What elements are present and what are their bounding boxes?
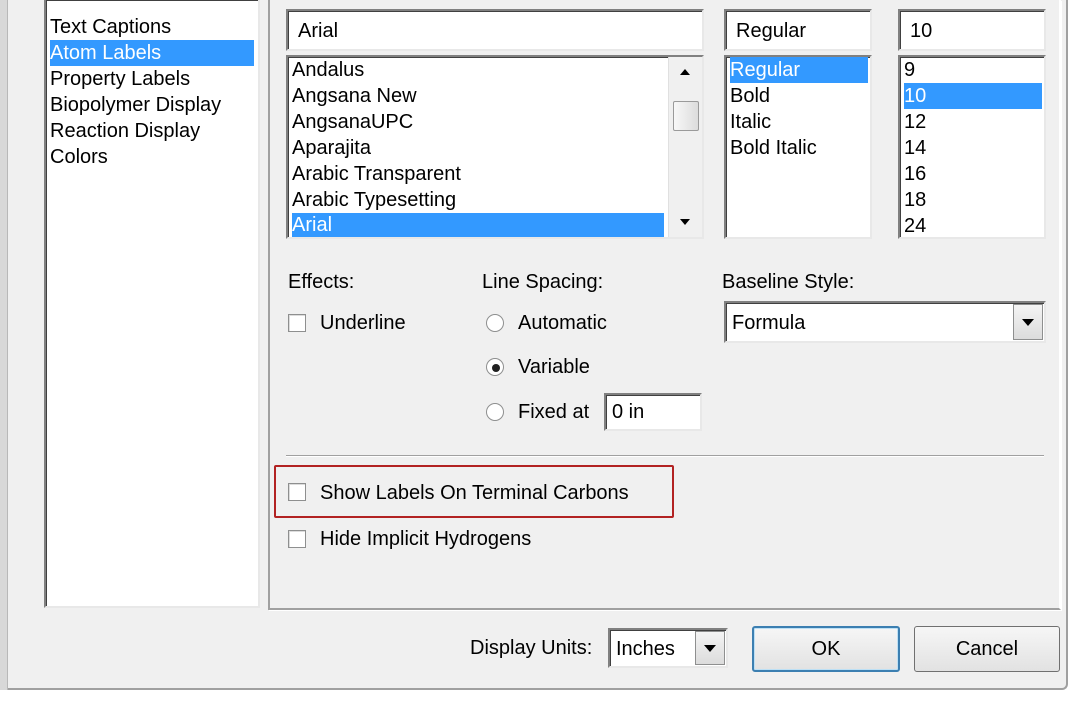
category-item-text-captions[interactable]: Text Captions xyxy=(50,14,254,40)
font-item-arabic-transparent[interactable]: Arabic Transparent xyxy=(292,161,664,187)
line-spacing-heading: Line Spacing: xyxy=(482,271,604,293)
font-list-scrollbar[interactable] xyxy=(668,57,702,237)
underline-checkbox[interactable] xyxy=(288,314,306,332)
fixed-at-input[interactable]: 0 in xyxy=(604,393,702,431)
fixed-at-radio[interactable] xyxy=(486,403,504,421)
size-item-10[interactable]: 10 xyxy=(904,83,1042,109)
category-list[interactable]: Text Captions Atom Labels Property Label… xyxy=(44,0,260,608)
display-units-label: Display Units: xyxy=(470,637,593,659)
display-units-value: Inches xyxy=(616,638,675,660)
category-item-colors[interactable]: Colors xyxy=(50,144,254,170)
font-name-list[interactable]: Andalus Angsana New AngsanaUPC Aparajita… xyxy=(286,55,704,239)
font-style-value: Regular xyxy=(736,20,807,42)
variable-label[interactable]: Variable xyxy=(518,355,590,379)
ok-button[interactable]: OK xyxy=(752,626,900,672)
baseline-dropdown-button[interactable] xyxy=(1013,304,1043,340)
font-item-arial[interactable]: Arial xyxy=(292,213,664,237)
style-item-italic[interactable]: Italic xyxy=(730,109,866,135)
font-item-andalus[interactable]: Andalus xyxy=(292,57,664,83)
font-style-input[interactable]: Regular xyxy=(724,9,872,51)
size-item-24[interactable]: 24 xyxy=(904,213,1040,237)
category-item-property-labels[interactable]: Property Labels xyxy=(50,66,254,92)
font-style-list[interactable]: Regular Bold Italic Bold Italic xyxy=(724,55,872,239)
font-item-aparajita[interactable]: Aparajita xyxy=(292,135,664,161)
font-item-angsana-new[interactable]: Angsana New xyxy=(292,83,664,109)
style-item-bold[interactable]: Bold xyxy=(730,83,866,109)
category-item-biopolymer-display[interactable]: Biopolymer Display xyxy=(50,92,254,118)
category-item-reaction-display[interactable]: Reaction Display xyxy=(50,118,254,144)
terminal-carbons-checkbox[interactable] xyxy=(288,483,306,501)
category-item-atom-labels[interactable]: Atom Labels xyxy=(50,40,254,66)
style-item-bold-italic[interactable]: Bold Italic xyxy=(730,135,866,161)
effects-heading: Effects: xyxy=(288,271,355,293)
font-size-input[interactable]: 10 xyxy=(898,9,1046,51)
variable-radio[interactable] xyxy=(486,358,504,376)
fixed-at-value: 0 in xyxy=(612,401,645,423)
style-item-regular[interactable]: Regular xyxy=(730,57,868,83)
scroll-up-arrow-icon[interactable] xyxy=(680,69,690,75)
font-item-angsanaupc[interactable]: AngsanaUPC xyxy=(292,109,664,135)
hide-hydrogens-label[interactable]: Hide Implicit Hydrogens xyxy=(320,527,531,551)
display-units-select[interactable]: Inches xyxy=(608,628,728,668)
size-item-9[interactable]: 9 xyxy=(904,57,1040,83)
automatic-radio[interactable] xyxy=(486,314,504,332)
automatic-label[interactable]: Automatic xyxy=(518,311,607,335)
font-name-input[interactable]: Arial xyxy=(286,9,704,51)
cancel-button[interactable]: Cancel xyxy=(914,626,1060,672)
hide-hydrogens-checkbox[interactable] xyxy=(288,530,306,548)
dialog-left-border xyxy=(0,0,8,690)
size-item-14[interactable]: 14 xyxy=(904,135,1040,161)
size-item-16[interactable]: 16 xyxy=(904,161,1040,187)
fixed-at-label[interactable]: Fixed at xyxy=(518,400,589,424)
section-divider xyxy=(286,455,1044,457)
underline-label[interactable]: Underline xyxy=(320,311,406,335)
size-item-18[interactable]: 18 xyxy=(904,187,1040,213)
baseline-style-select[interactable]: Formula xyxy=(724,301,1046,343)
radio-selected-dot xyxy=(492,364,500,372)
terminal-carbons-label[interactable]: Show Labels On Terminal Carbons xyxy=(320,481,629,505)
chevron-down-icon xyxy=(704,644,716,652)
baseline-style-value: Formula xyxy=(732,312,806,334)
font-size-value: 10 xyxy=(910,20,933,42)
baseline-style-heading: Baseline Style: xyxy=(722,271,855,293)
font-name-value: Arial xyxy=(298,20,339,42)
font-item-arabic-typesetting[interactable]: Arabic Typesetting xyxy=(292,187,664,213)
scroll-down-arrow-icon[interactable] xyxy=(680,219,690,225)
display-units-dropdown-button[interactable] xyxy=(695,631,725,665)
size-item-12[interactable]: 12 xyxy=(904,109,1040,135)
font-size-list[interactable]: 9 10 12 14 16 18 24 xyxy=(898,55,1046,239)
chevron-down-icon xyxy=(1022,318,1034,326)
scroll-thumb[interactable] xyxy=(673,101,699,131)
